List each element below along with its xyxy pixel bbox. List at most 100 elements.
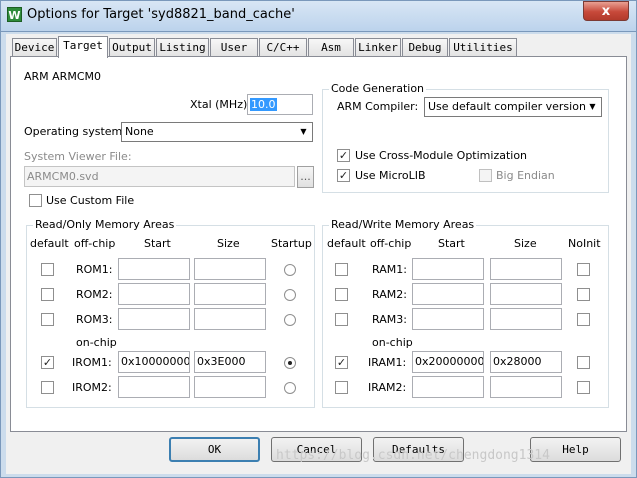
ram-header-offchip: off-chip xyxy=(370,237,412,250)
tab-cpp[interactable]: C/C++ xyxy=(259,38,307,56)
iram2-noinit-checkbox[interactable] xyxy=(577,381,590,394)
irom2-startup-radio[interactable] xyxy=(284,382,296,394)
tab-asm[interactable]: Asm xyxy=(308,38,354,56)
use-custom-file-label: Use Custom File xyxy=(46,194,135,207)
rom-area-title: Read/Only Memory Areas xyxy=(33,218,177,231)
rom1-size-input[interactable] xyxy=(194,258,266,280)
microlib-label: Use MicroLIB xyxy=(355,169,426,182)
rom2-startup-radio[interactable] xyxy=(284,289,296,301)
xtal-label: Xtal (MHz): xyxy=(190,98,251,111)
iram2-start-input[interactable] xyxy=(412,376,484,398)
use-custom-file-checkbox[interactable] xyxy=(29,194,42,207)
rom3-default-checkbox[interactable] xyxy=(41,313,54,326)
irom1-default-checkbox[interactable]: ✓ xyxy=(41,356,54,369)
chevron-down-icon: ▼ xyxy=(589,102,596,111)
compiler-label: ARM Compiler: xyxy=(337,100,419,113)
rom3-size-input[interactable] xyxy=(194,308,266,330)
irom1-start-input[interactable]: 0x10000000 xyxy=(118,351,190,373)
ram1-default-checkbox[interactable] xyxy=(335,263,348,276)
ram-header-default: default xyxy=(327,237,366,250)
ram2-default-checkbox[interactable] xyxy=(335,288,348,301)
app-icon: W xyxy=(7,7,22,22)
tab-user[interactable]: User xyxy=(210,38,258,56)
watermark: https://blog.csdn.net/chengdong1314 xyxy=(276,448,550,463)
rom-header-size: Size xyxy=(217,237,240,250)
ram1-size-input[interactable] xyxy=(490,258,562,280)
rom2-default-checkbox[interactable] xyxy=(41,288,54,301)
iram2-size-input[interactable] xyxy=(490,376,562,398)
ram3-default-checkbox[interactable] xyxy=(335,313,348,326)
tab-device[interactable]: Device xyxy=(12,38,57,56)
cross-module-label: Use Cross-Module Optimization xyxy=(355,149,528,162)
tab-output[interactable]: Output xyxy=(109,38,155,56)
ram-area-title: Read/Write Memory Areas xyxy=(329,218,477,231)
iram1-start-input[interactable]: 0x20000000 xyxy=(412,351,484,373)
svf-label: System Viewer File: xyxy=(24,150,132,163)
rom1-label: ROM1: xyxy=(76,263,113,276)
ram-header-size: Size xyxy=(514,237,537,250)
ram-onchip-label: on-chip xyxy=(372,336,413,349)
irom1-label: IROM1: xyxy=(72,356,112,369)
iram2-label: IRAM2: xyxy=(368,381,407,394)
device-name: ARM ARMCM0 xyxy=(24,70,101,83)
code-generation-title: Code Generation xyxy=(329,82,427,95)
iram1-default-checkbox[interactable]: ✓ xyxy=(335,356,348,369)
chevron-down-icon: ▼ xyxy=(300,127,307,136)
tab-debug[interactable]: Debug xyxy=(402,38,448,56)
irom1-startup-radio[interactable] xyxy=(284,357,296,369)
iram2-default-checkbox[interactable] xyxy=(335,381,348,394)
close-icon: x xyxy=(601,4,611,19)
cross-module-checkbox[interactable]: ✓ xyxy=(337,149,350,162)
ram3-size-input[interactable] xyxy=(490,308,562,330)
ram1-noinit-checkbox[interactable] xyxy=(577,263,590,276)
compiler-select[interactable]: Use default compiler version ▼ xyxy=(424,97,602,117)
irom2-label: IROM2: xyxy=(72,381,112,394)
close-button[interactable]: x xyxy=(583,1,629,21)
iram1-label: IRAM1: xyxy=(368,356,407,369)
iram1-size-input[interactable]: 0x28000 xyxy=(490,351,562,373)
rom-header-default: default xyxy=(30,237,69,250)
rom3-start-input[interactable] xyxy=(118,308,190,330)
os-label: Operating system: xyxy=(24,125,126,138)
rom3-startup-radio[interactable] xyxy=(284,314,296,326)
ram3-start-input[interactable] xyxy=(412,308,484,330)
microlib-checkbox[interactable]: ✓ xyxy=(337,169,350,182)
irom1-size-input[interactable]: 0x3E000 xyxy=(194,351,266,373)
rom-onchip-label: on-chip xyxy=(76,336,117,349)
tab-target[interactable]: Target xyxy=(58,36,108,58)
ram2-label: RAM2: xyxy=(372,288,407,301)
irom2-default-checkbox[interactable] xyxy=(41,381,54,394)
ram1-start-input[interactable] xyxy=(412,258,484,280)
big-endian-checkbox[interactable] xyxy=(479,169,492,182)
ram1-label: RAM1: xyxy=(372,263,407,276)
rom2-label: ROM2: xyxy=(76,288,113,301)
tab-linker[interactable]: Linker xyxy=(355,38,401,56)
rom3-label: ROM3: xyxy=(76,313,113,326)
svf-input[interactable]: ARMCM0.svd xyxy=(24,166,295,187)
window-title: Options for Target 'syd8821_band_cache' xyxy=(27,7,295,22)
os-select[interactable]: None ▼ xyxy=(121,122,313,142)
ram-header-start: Start xyxy=(438,237,465,250)
ok-button[interactable]: OK xyxy=(169,437,260,462)
ram-header-noinit: NoInit xyxy=(568,237,601,250)
ram2-size-input[interactable] xyxy=(490,283,562,305)
xtal-input[interactable]: 10.0 xyxy=(247,94,313,115)
ram2-start-input[interactable] xyxy=(412,283,484,305)
rom-header-offchip: off-chip xyxy=(74,237,116,250)
ram2-noinit-checkbox[interactable] xyxy=(577,288,590,301)
tab-listing[interactable]: Listing xyxy=(156,38,209,56)
svf-browse-button[interactable]: ... xyxy=(297,166,314,188)
rom1-start-input[interactable] xyxy=(118,258,190,280)
rom1-startup-radio[interactable] xyxy=(284,264,296,276)
irom2-size-input[interactable] xyxy=(194,376,266,398)
ram3-label: RAM3: xyxy=(372,313,407,326)
rom2-size-input[interactable] xyxy=(194,283,266,305)
rom1-default-checkbox[interactable] xyxy=(41,263,54,276)
rom-header-start: Start xyxy=(144,237,171,250)
ram3-noinit-checkbox[interactable] xyxy=(577,313,590,326)
iram1-noinit-checkbox[interactable] xyxy=(577,356,590,369)
big-endian-label: Big Endian xyxy=(496,169,555,182)
irom2-start-input[interactable] xyxy=(118,376,190,398)
rom2-start-input[interactable] xyxy=(118,283,190,305)
tab-utilities[interactable]: Utilities xyxy=(449,38,517,56)
